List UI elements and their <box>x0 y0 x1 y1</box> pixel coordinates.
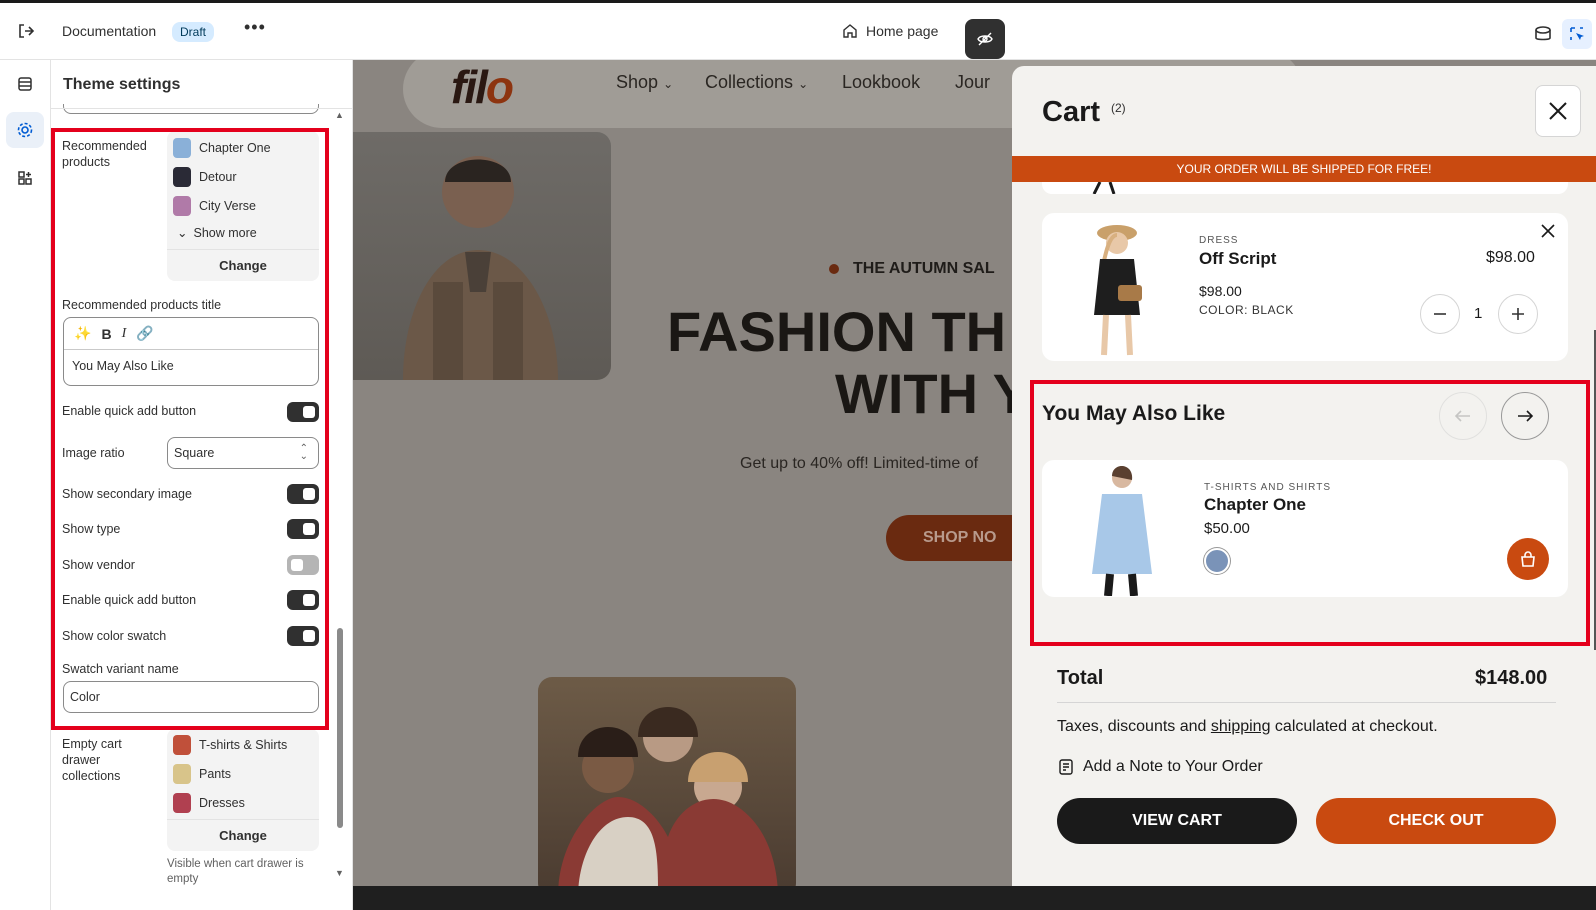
highlight-box-recommendations <box>1030 380 1590 646</box>
taxes-note: Taxes, discounts and shipping calculated… <box>1057 718 1438 736</box>
nav-journal[interactable]: Jour <box>955 72 990 93</box>
cart-item-type: DRESS <box>1199 235 1239 246</box>
database-icon[interactable] <box>1532 23 1554 45</box>
previous-field-stub <box>63 104 319 114</box>
close-icon <box>1549 102 1567 120</box>
eye-off-icon <box>977 32 993 46</box>
empty-cart-collections-list: T-shirts & Shirts Pants Dresses Change <box>167 729 319 851</box>
hero-headline-2: WITH Y <box>835 362 1030 425</box>
cursor-select-icon <box>1570 27 1584 40</box>
hero-image-group <box>538 677 796 886</box>
decrease-quantity-button[interactable] <box>1420 294 1460 334</box>
hide-preview-button[interactable] <box>965 19 1005 59</box>
remove-item-icon[interactable] <box>1540 223 1556 239</box>
gear-icon <box>17 122 33 138</box>
panel-divider <box>51 108 352 109</box>
plus-icon <box>1512 308 1524 320</box>
collection-item-name: Dresses <box>199 796 245 810</box>
layout-icon <box>18 77 32 91</box>
nav-collections[interactable]: Collections ⌄ <box>705 72 808 93</box>
cart-item-price: $98.00 <box>1199 283 1242 299</box>
item-image-fragment <box>1092 182 1116 194</box>
status-badge: Draft <box>172 22 215 42</box>
logo-text-accent: o <box>485 61 514 113</box>
home-icon <box>843 24 857 38</box>
logo-text: fil <box>451 61 488 113</box>
document-title[interactable]: Documentation <box>62 23 156 39</box>
change-collections-button[interactable]: Change <box>167 819 319 851</box>
view-cart-button[interactable]: VIEW CART <box>1057 798 1297 844</box>
empty-cart-label: Empty cart drawer collections <box>62 737 122 783</box>
scroll-down-icon[interactable]: ▼ <box>335 868 344 878</box>
page-selector[interactable]: Home page <box>842 23 938 39</box>
nav-shop[interactable]: Shop ⌄ <box>616 72 673 93</box>
top-bar: Documentation Draft ••• Home page <box>0 0 1596 60</box>
minus-icon <box>1434 313 1446 315</box>
store-logo[interactable]: filo <box>451 60 514 114</box>
cart-item-line-price: $98.00 <box>1486 249 1535 266</box>
panel-scrollbar[interactable]: ▲ ▼ <box>333 110 347 885</box>
close-cart-button[interactable] <box>1535 85 1581 137</box>
panel-title: Theme settings <box>63 76 181 93</box>
sale-dot-icon <box>829 264 839 274</box>
add-note-label: Add a Note to Your Order <box>1083 758 1263 775</box>
checkout-button[interactable]: CHECK OUT <box>1316 798 1556 844</box>
empty-cart-help-text: Visible when cart drawer is empty <box>167 858 304 885</box>
collection-item-name: T-shirts & Shirts <box>199 738 288 752</box>
quantity-value[interactable]: 1 <box>1474 305 1482 322</box>
nav-lookbook[interactable]: Lookbook <box>842 72 920 93</box>
cart-title: Cart <box>1042 96 1101 128</box>
total-value: $148.00 <box>1475 667 1548 689</box>
scroll-up-icon[interactable]: ▲ <box>335 110 344 120</box>
left-rail <box>0 60 51 910</box>
collection-thumbnail <box>173 793 191 813</box>
page-selector-label: Home page <box>866 23 939 39</box>
shipping-link[interactable]: shipping <box>1211 718 1271 735</box>
add-note-button[interactable]: Add a Note to Your Order <box>1057 758 1263 776</box>
apps-rail-button[interactable] <box>6 160 44 196</box>
total-label: Total <box>1057 667 1104 689</box>
total-divider <box>1057 702 1556 703</box>
note-icon <box>1059 759 1073 775</box>
collection-item[interactable]: Pants <box>173 764 231 784</box>
inspector-button[interactable] <box>1562 19 1592 49</box>
collection-thumbnail <box>173 735 191 755</box>
free-shipping-banner: YOUR ORDER WILL BE SHIPPED FOR FREE! <box>1012 156 1596 182</box>
more-actions-icon[interactable]: ••• <box>244 17 266 38</box>
theme-settings-rail-button[interactable] <box>6 112 44 148</box>
collection-item[interactable]: Dresses <box>173 793 245 813</box>
hero-subtitle: Get up to 40% off! Limited-time of <box>740 455 979 472</box>
cart-item-variant: COLOR: BLACK <box>1199 303 1294 317</box>
highlight-box-settings <box>51 128 329 730</box>
taxes-text-end: calculated at checkout. <box>1270 718 1438 735</box>
cart-count: (2) <box>1111 101 1126 115</box>
collection-thumbnail <box>173 764 191 784</box>
taxes-text: Taxes, discounts and <box>1057 718 1211 735</box>
collection-item[interactable]: T-shirts & Shirts <box>173 735 287 755</box>
scrollbar-thumb[interactable] <box>337 628 343 828</box>
exit-icon[interactable] <box>16 21 36 41</box>
sections-rail-button[interactable] <box>6 66 44 102</box>
sale-eyebrow: THE AUTUMN SAL <box>829 260 995 278</box>
collection-item-name: Pants <box>199 767 231 781</box>
cart-item-image[interactable] <box>1072 219 1162 359</box>
cart-item-name[interactable]: Off Script <box>1199 249 1276 269</box>
hero-group-illustration <box>558 707 778 886</box>
hero-image-man <box>353 132 611 380</box>
cart-item: DRESS Off Script $98.00 $98.00 COLOR: BL… <box>1042 213 1568 361</box>
sale-eyebrow-text: THE AUTUMN SAL <box>853 260 995 277</box>
apps-icon <box>18 171 32 185</box>
hero-headline-1: FASHION TH <box>667 300 1007 363</box>
increase-quantity-button[interactable] <box>1498 294 1538 334</box>
hero-man-illustration <box>403 156 558 380</box>
previous-cart-item-stub <box>1042 182 1568 194</box>
